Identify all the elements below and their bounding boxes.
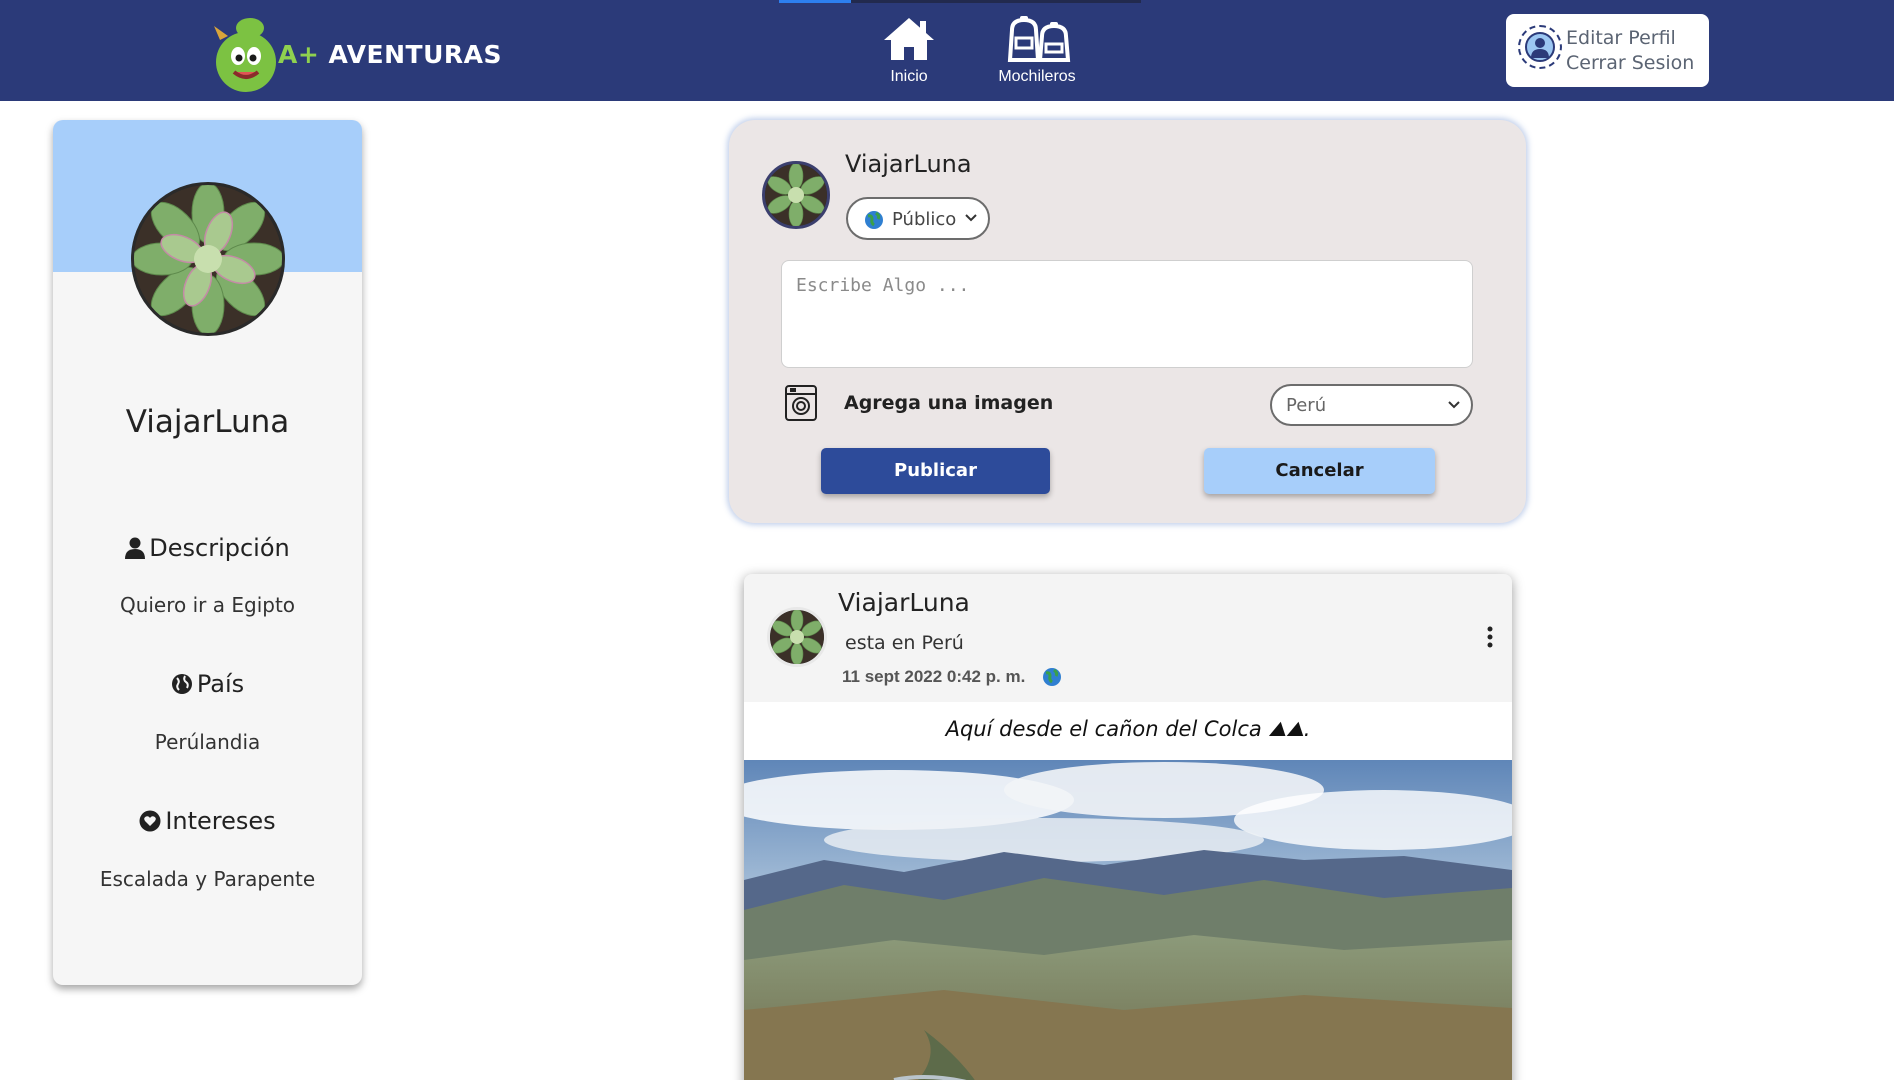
country-value: Perúlandia (154, 730, 261, 754)
user-icon (125, 537, 146, 559)
interests-value: Escalada y Parapente (99, 867, 316, 891)
composer-avatar (762, 161, 830, 229)
interests-heading: Intereses (53, 807, 362, 835)
nav-inicio[interactable]: Inicio (872, 16, 946, 94)
brand-logo[interactable]: A+ AVENTURAS (206, 6, 501, 96)
top-navbar: A+ AVENTURAS Inicio Mochileros Editar Pe… (0, 0, 1894, 101)
post-timestamp: 11 sept 2022 0:42 p. m. (842, 667, 1026, 686)
feed-post: ViajarLuna esta en Perú 11 sept 2022 0:4… (744, 574, 1512, 1080)
add-image-label[interactable]: Agrega una imagen (844, 392, 1053, 414)
post-author-avatar[interactable] (767, 607, 827, 667)
profile-avatar (131, 182, 285, 336)
privacy-value: Público (892, 209, 957, 230)
country-heading: País (53, 670, 362, 698)
brand-name: A+ AVENTURAS (278, 40, 502, 69)
composer-username: ViajarLuna (845, 150, 972, 178)
privacy-select[interactable]: Público (846, 197, 990, 240)
logout-link[interactable]: Cerrar Sesion (1566, 52, 1694, 74)
post-text-input[interactable] (781, 260, 1473, 368)
mascot-icon (214, 18, 276, 92)
description-heading: Descripción (53, 534, 362, 562)
post-text: Aquí desde el cañon del Colca ⛰⛰. (945, 717, 1311, 741)
camera-icon[interactable] (784, 384, 818, 422)
cancel-button[interactable]: Cancelar (1204, 448, 1435, 494)
globe-icon (171, 674, 192, 694)
profile-menu: Editar Perfil Cerrar Sesion (1506, 14, 1709, 87)
description-value: Quiero ir a Egipto (119, 593, 296, 617)
nav-mochileros-label: Mochileros (998, 68, 1076, 85)
globe-icon (1043, 668, 1061, 686)
country-select[interactable]: Perú (1270, 384, 1473, 426)
heart-icon (139, 810, 161, 832)
post-image[interactable] (744, 760, 1512, 1080)
backpackers-icon (1007, 16, 1071, 62)
nav-indicator-active (779, 0, 851, 3)
publish-button[interactable]: Publicar (821, 448, 1050, 494)
profile-card: ViajarLuna Descripción Quiero ir a Egipt… (53, 120, 362, 985)
post-location: esta en Perú (845, 632, 964, 654)
globe-icon (865, 211, 883, 229)
profile-name: ViajarLuna (125, 404, 290, 440)
chevron-down-icon (965, 214, 977, 222)
edit-profile-link[interactable]: Editar Perfil (1566, 27, 1676, 49)
nav-inicio-label: Inicio (890, 68, 928, 85)
chevron-down-icon (1448, 401, 1460, 409)
nav-mochileros[interactable]: Mochileros (980, 16, 1094, 94)
post-author-name[interactable]: ViajarLuna (838, 588, 970, 617)
post-composer: ViajarLuna Público Agrega una imagen Per… (729, 120, 1526, 523)
more-options-icon[interactable] (1486, 626, 1494, 648)
user-avatar-icon[interactable] (1518, 25, 1562, 69)
home-icon (884, 18, 934, 60)
country-select-value: Perú (1286, 395, 1327, 416)
